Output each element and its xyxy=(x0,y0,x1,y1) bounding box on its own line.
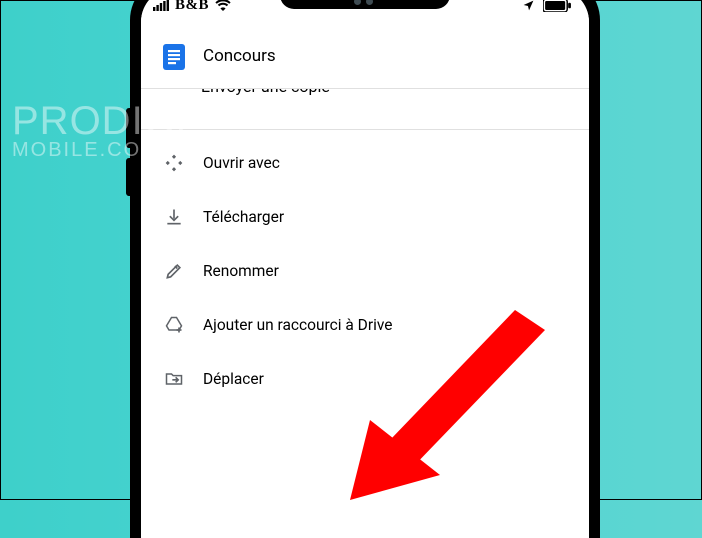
rename-item[interactable]: Renommer xyxy=(141,244,589,298)
file-header: Concours xyxy=(141,22,589,88)
move-item[interactable]: Déplacer xyxy=(141,352,589,406)
move-label: Déplacer xyxy=(203,370,264,388)
open-with-item[interactable]: Ouvrir avec xyxy=(141,136,589,190)
side-button xyxy=(126,108,131,148)
carrier-label: B&B xyxy=(175,0,209,14)
move-icon xyxy=(163,368,185,390)
rename-label: Renommer xyxy=(203,262,279,280)
battery-icon xyxy=(543,0,571,12)
notch xyxy=(280,0,450,9)
context-menu: Ouvrir avec Télécharger Renommer Ajouter… xyxy=(141,130,589,412)
side-button xyxy=(126,158,131,196)
drive-shortcut-icon xyxy=(163,314,185,336)
wifi-icon xyxy=(215,0,231,11)
download-item[interactable]: Télécharger xyxy=(141,190,589,244)
signal-icon xyxy=(153,0,169,11)
location-icon xyxy=(522,0,535,12)
send-copy-row[interactable]: Envoyer une copie xyxy=(141,89,589,130)
rename-icon xyxy=(163,260,185,282)
add-shortcut-label: Ajouter un raccourci à Drive xyxy=(203,316,392,334)
screen: B&B Concours Envoyer une copie xyxy=(141,0,589,538)
open-with-label: Ouvrir avec xyxy=(203,154,280,172)
download-icon xyxy=(163,206,185,228)
add-shortcut-item[interactable]: Ajouter un raccourci à Drive xyxy=(141,298,589,352)
open-with-icon xyxy=(163,152,185,174)
download-label: Télécharger xyxy=(203,208,284,226)
send-copy-label: Envoyer une copie xyxy=(201,89,330,96)
file-name: Concours xyxy=(203,46,276,66)
phone-mockup: B&B Concours Envoyer une copie xyxy=(131,0,599,538)
google-docs-icon xyxy=(163,44,185,68)
